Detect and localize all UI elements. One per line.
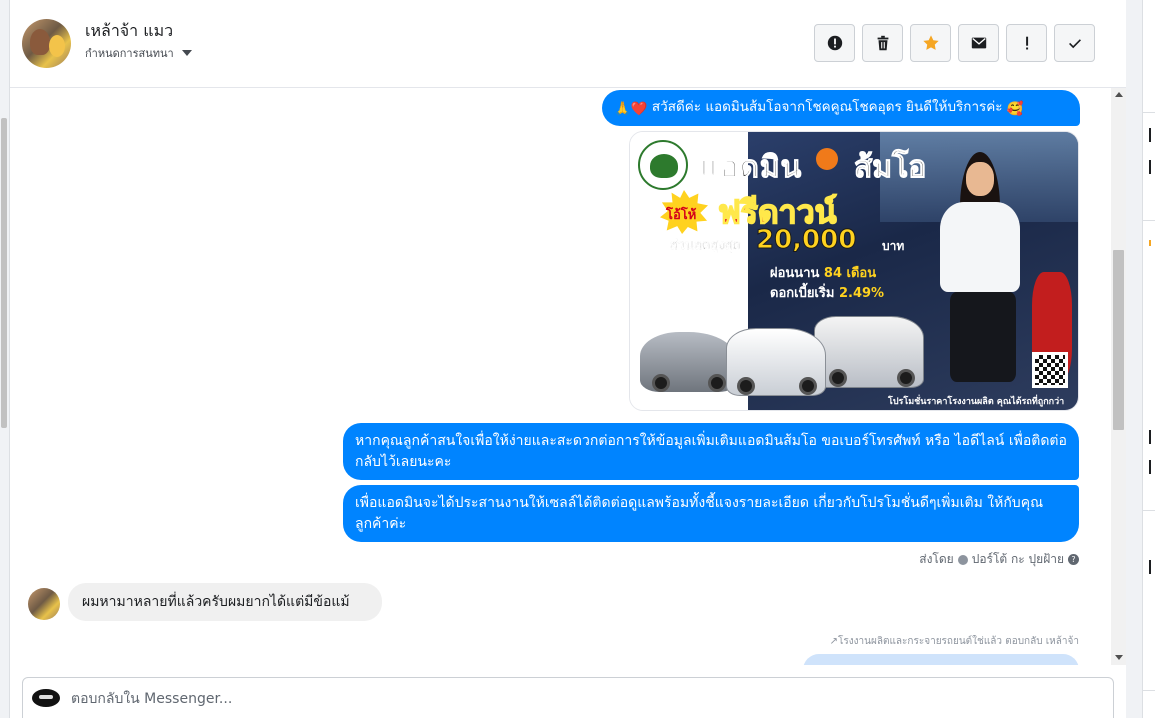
report-button[interactable] [814,24,855,62]
contact-avatar[interactable] [22,19,71,68]
promo-title-right: ส้มโอ [853,150,927,186]
promo-installment-prefix: ผ่อนนาน [770,266,820,281]
trash-icon [877,35,888,51]
scroll-up-arrow-icon[interactable] [1115,92,1123,97]
promo-discount-amount: 20,000 [755,225,857,256]
left-scrollbar-thumb[interactable] [1,118,7,428]
greeting-text: สวัสดีค่ะ แอดมินส้มโอจากโชคคูณโชคอุดร ยิ… [651,99,1003,115]
car-pickup [726,328,826,396]
dealer-logo [638,140,688,190]
message-scrollbar[interactable] [1111,88,1126,665]
reply-composer[interactable] [22,677,1114,718]
promo-discount-label: ส่วนลดสูงสุด [670,238,742,253]
car-sedan [640,332,738,392]
delete-button[interactable] [862,24,903,62]
promo-image[interactable]: แอดมิน ส้มโอ โอ้โห้ ฟรีดาวน์ ส่วนลดสูงสุ… [629,131,1079,411]
spam-button[interactable] [1006,24,1047,62]
report-icon [827,35,842,51]
orange-icon [816,148,838,170]
mail-icon [971,37,986,49]
scroll-down-arrow-icon[interactable] [1115,655,1123,660]
contact-avatar-small[interactable] [28,588,60,620]
promo-interest-value: 2.49% [838,286,885,301]
promo-installment-value: 84 เดือน [823,266,877,281]
done-button[interactable] [1054,24,1095,62]
verified-icon [957,554,968,565]
promo-interest-prefix: ดอกเบี้ยเริ่ม [770,286,835,301]
header-actions [814,24,1095,62]
conversation-status-dropdown[interactable]: กำหนดการสนทนา [85,44,192,62]
sent-by-label: ส่งโดย [919,552,954,566]
left-panel-edge [0,0,10,718]
sent-by-info: ส่งโดย ปอร์โต้ กะ ปุยฝ้าย ? [919,550,1079,569]
sender-name[interactable]: ปอร์โต้ กะ ปุยฝ้าย [972,550,1064,569]
qr-code [1032,352,1068,388]
conversation-status-label: กำหนดการสนทนา [85,47,174,60]
promo-interest: ดอกเบี้ยเริ่ม 2.49% [770,282,884,303]
message-thread[interactable]: 🙏❤️ สวัสดีค่ะ แอดมินส้มโอจากโชคคูณโชคอุด… [10,88,1126,665]
car-pickup-cargo [814,316,924,388]
promo-installment: ผ่อนนาน 84 เดือน [770,262,876,283]
star-icon [922,35,939,50]
emoji-prefix: 🙏❤️ [614,101,648,117]
help-icon[interactable]: ? [1068,554,1079,565]
star-button[interactable] [910,24,951,62]
check-icon [1068,39,1081,49]
caret-down-icon [181,50,192,56]
message-scrollbar-thumb[interactable] [1113,250,1124,430]
right-info-panel [1142,0,1155,718]
emoji-suffix: 🥰 [1006,101,1024,117]
page-logo-icon [32,689,60,707]
outgoing-message-partial[interactable] [803,654,1079,665]
promo-presenter [930,152,1040,402]
contact-name[interactable]: เหล้าจ้า แมว [85,19,173,44]
outgoing-message[interactable]: เพื่อแอดมินจะได้ประสานงานให้เซลล์ได้ติดต… [343,485,1079,542]
outgoing-message[interactable]: 🙏❤️ สวัสดีค่ะ แอดมินส้มโอจากโชคคูณโชคอุด… [602,90,1080,126]
reply-input[interactable] [71,688,1071,710]
promo-title-left: แอดมิน [699,150,803,186]
promo-footer: โปรโมชั่นราคาโรงงานผลิต คุณได้รถที่ถูกกว… [888,397,1065,407]
exclamation-icon [1025,36,1028,50]
promo-currency: บาท [882,239,905,253]
incoming-message[interactable]: ผมหามาหลายที่แล้วครับผมยากได้แต่มีข้อแม้ [68,583,382,621]
reply-reference: ↗โรงงานผลิตและกระจายรถยนต์ใช่แล้ว ตอบกลั… [829,636,1079,647]
conversation-header: เหล้าจ้า แมว กำหนดการสนทนา [10,0,1126,88]
outgoing-message[interactable]: หากคุณลูกค้าสนใจเพื่อให้ง่ายและสะดวกต่อก… [343,423,1079,480]
mark-unread-button[interactable] [958,24,999,62]
promo-badge-text: โอ้โห้ [666,208,697,223]
panel-divider [1126,0,1142,718]
